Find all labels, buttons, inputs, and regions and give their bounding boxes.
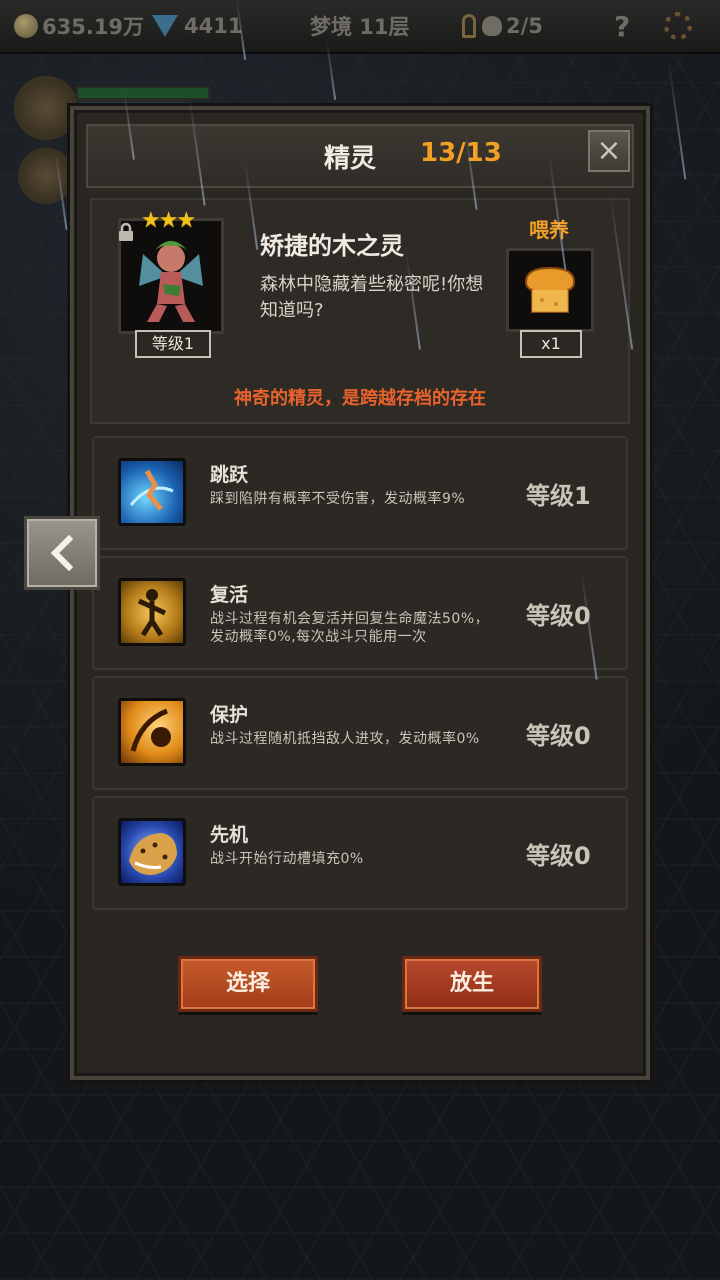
gear-icon [664, 12, 692, 40]
skill-name: 保护 [210, 704, 249, 726]
spirit-name: 矫捷的木之灵 [260, 232, 404, 260]
spirit-level-badge: 等级1 [135, 330, 211, 358]
back-button[interactable] [24, 516, 100, 590]
settings-button[interactable] [664, 12, 692, 40]
select-button[interactable]: 选择 [178, 956, 318, 1012]
key-icon [462, 14, 476, 38]
initiative-skill-icon [118, 818, 186, 886]
spirit-count: 13/13 [420, 138, 502, 168]
help-button[interactable]: ? [614, 9, 631, 43]
spirit-tagline: 神奇的精灵，是跨越存档的存在 [234, 388, 486, 409]
skill-row-protect[interactable]: 保护 战斗过程随机抵挡敌人进攻，发动概率0% 等级0 [92, 676, 628, 790]
close-button[interactable]: × [588, 130, 630, 172]
skill-description: 战斗开始行动槽填充0% [210, 851, 364, 867]
chevron-left-icon [50, 535, 74, 571]
jump-figure-icon [129, 469, 174, 511]
gem-counter: 4411 [152, 12, 242, 40]
key-counter: 2/5 [462, 12, 543, 40]
wood-spirit-image [139, 241, 203, 322]
skill-name: 跳跃 [210, 464, 249, 486]
key-amount: 2/5 [506, 14, 543, 38]
jump-skill-icon [118, 458, 186, 526]
skull-icon [482, 16, 502, 36]
bread-icon [524, 266, 576, 313]
coin-icon [14, 14, 38, 38]
hero-avatar [14, 76, 78, 140]
skill-description: 踩到陷阱有概率不受伤害，发动概率9% [210, 491, 466, 507]
skill-level: 等级0 [526, 602, 591, 630]
floor-label: 梦境 11层 [310, 12, 410, 40]
gem-icon [152, 15, 178, 37]
gem-amount: 4411 [184, 14, 243, 38]
feed-label: 喂养 [529, 218, 569, 242]
skill-level: 等级1 [526, 482, 591, 510]
spirit-description: 森林中隐藏着些秘密呢!你想知道吗? [260, 274, 484, 321]
skill-row-initiative[interactable]: 先机 战斗开始行动槽填充0% 等级0 [92, 796, 628, 910]
lock-icon [119, 222, 133, 241]
skill-row-revive[interactable]: 复活 战斗过程有机会复活并回复生命魔法50%，发动概率0%,每次战斗只能用一次 … [92, 556, 628, 670]
skill-description: 战斗过程有机会复活并回复生命魔法50%，发动概率0%,每次战斗只能用一次 [210, 611, 490, 645]
skill-level: 等级0 [526, 722, 591, 750]
revive-figure-icon [137, 589, 167, 637]
skill-row-jump[interactable]: 跳跃 踩到陷阱有概率不受伤害，发动概率9% 等级1 [92, 436, 628, 550]
leopard-head-icon [129, 833, 177, 875]
protect-figure-icon [130, 708, 171, 752]
close-icon: × [596, 133, 622, 168]
top-hud: 635.19万 4411 梦境 11层 2/5 ? [0, 0, 720, 54]
star-rating: ★★★ [141, 208, 196, 233]
protect-skill-icon [118, 698, 186, 766]
skill-level: 等级0 [526, 842, 591, 870]
skill-description: 战斗过程随机抵挡敌人进攻，发动概率0% [210, 731, 480, 747]
skill-name: 先机 [210, 824, 249, 846]
panel-title: 精灵 [324, 144, 377, 174]
release-button[interactable]: 放生 [402, 956, 542, 1012]
feed-item-slot[interactable] [506, 248, 594, 332]
revive-skill-icon [118, 578, 186, 646]
help-icon: ? [614, 9, 631, 43]
gold-counter: 635.19万 [14, 12, 144, 40]
skill-name: 复活 [210, 584, 249, 606]
gold-amount: 635.19万 [42, 15, 145, 39]
companion-avatar [18, 148, 74, 204]
floor-text: 梦境 11层 [310, 15, 410, 39]
feed-item-count: x1 [520, 330, 582, 358]
